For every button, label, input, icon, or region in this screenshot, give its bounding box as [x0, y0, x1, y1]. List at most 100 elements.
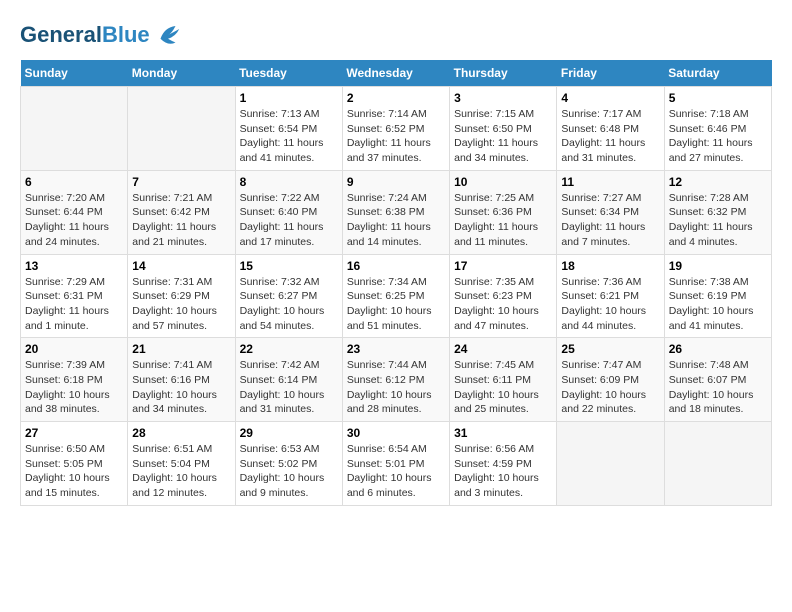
day-info: Sunrise: 7:47 AMSunset: 6:09 PMDaylight:… — [561, 358, 659, 417]
calendar-cell: 29 Sunrise: 6:53 AMSunset: 5:02 PMDayligh… — [235, 422, 342, 506]
calendar-cell: 17 Sunrise: 7:35 AMSunset: 6:23 PMDayligh… — [450, 254, 557, 338]
day-info: Sunrise: 6:56 AMSunset: 4:59 PMDaylight:… — [454, 442, 552, 501]
day-info: Sunrise: 7:31 AMSunset: 6:29 PMDaylight:… — [132, 275, 230, 334]
calendar-cell: 22Sunrise: 7:42 AMSunset: 6:14 PMDayligh… — [235, 338, 342, 422]
calendar-cell: 4 Sunrise: 7:17 AMSunset: 6:48 PMDaylight… — [557, 87, 664, 171]
calendar-cell: 1 Sunrise: 7:13 AMSunset: 6:54 PMDaylight… — [235, 87, 342, 171]
day-info: Sunrise: 7:44 AMSunset: 6:12 PMDaylight:… — [347, 358, 445, 417]
day-number: 26 — [669, 342, 767, 356]
calendar-cell: 13 Sunrise: 7:29 AMSunset: 6:31 PMDayligh… — [21, 254, 128, 338]
day-info: Sunrise: 7:25 AMSunset: 6:36 PMDaylight:… — [454, 191, 552, 250]
day-number: 28 — [132, 426, 230, 440]
day-info: Sunrise: 7:29 AMSunset: 6:31 PMDaylight:… — [25, 275, 123, 334]
weekday-header: Wednesday — [342, 60, 449, 87]
day-info: Sunrise: 6:50 AMSunset: 5:05 PMDaylight:… — [25, 442, 123, 501]
weekday-header: Thursday — [450, 60, 557, 87]
logo-text: GeneralBlue — [20, 23, 150, 47]
calendar-week-row: 13 Sunrise: 7:29 AMSunset: 6:31 PMDayligh… — [21, 254, 772, 338]
day-number: 3 — [454, 91, 552, 105]
calendar-cell: 7 Sunrise: 7:21 AMSunset: 6:42 PMDaylight… — [128, 170, 235, 254]
day-info: Sunrise: 7:32 AMSunset: 6:27 PMDaylight:… — [240, 275, 338, 334]
calendar-cell: 16 Sunrise: 7:34 AMSunset: 6:25 PMDayligh… — [342, 254, 449, 338]
calendar-cell: 11Sunrise: 7:27 AMSunset: 6:34 PMDayligh… — [557, 170, 664, 254]
day-info: Sunrise: 7:13 AMSunset: 6:54 PMDaylight:… — [240, 107, 338, 166]
day-number: 23 — [347, 342, 445, 356]
day-info: Sunrise: 7:18 AMSunset: 6:46 PMDaylight:… — [669, 107, 767, 166]
day-number: 9 — [347, 175, 445, 189]
day-info: Sunrise: 7:22 AMSunset: 6:40 PMDaylight:… — [240, 191, 338, 250]
day-number: 25 — [561, 342, 659, 356]
day-info: Sunrise: 7:38 AMSunset: 6:19 PMDaylight:… — [669, 275, 767, 334]
day-number: 27 — [25, 426, 123, 440]
day-number: 22 — [240, 342, 338, 356]
weekday-header: Tuesday — [235, 60, 342, 87]
day-info: Sunrise: 7:36 AMSunset: 6:21 PMDaylight:… — [561, 275, 659, 334]
calendar-cell: 2Sunrise: 7:14 AMSunset: 6:52 PMDaylight… — [342, 87, 449, 171]
day-info: Sunrise: 7:34 AMSunset: 6:25 PMDaylight:… — [347, 275, 445, 334]
day-info: Sunrise: 7:48 AMSunset: 6:07 PMDaylight:… — [669, 358, 767, 417]
day-number: 14 — [132, 259, 230, 273]
day-number: 8 — [240, 175, 338, 189]
day-info: Sunrise: 7:35 AMSunset: 6:23 PMDaylight:… — [454, 275, 552, 334]
calendar-week-row: 6Sunrise: 7:20 AMSunset: 6:44 PMDaylight… — [21, 170, 772, 254]
day-number: 17 — [454, 259, 552, 273]
weekday-header: Friday — [557, 60, 664, 87]
calendar-week-row: 27 Sunrise: 6:50 AMSunset: 5:05 PMDayligh… — [21, 422, 772, 506]
day-number: 11 — [561, 175, 659, 189]
calendar-cell: 15 Sunrise: 7:32 AMSunset: 6:27 PMDayligh… — [235, 254, 342, 338]
day-number: 31 — [454, 426, 552, 440]
logo: GeneralBlue — [20, 20, 183, 50]
day-info: Sunrise: 6:53 AMSunset: 5:02 PMDaylight:… — [240, 442, 338, 501]
day-info: Sunrise: 6:51 AMSunset: 5:04 PMDaylight:… — [132, 442, 230, 501]
day-info: Sunrise: 7:17 AMSunset: 6:48 PMDaylight:… — [561, 107, 659, 166]
day-number: 13 — [25, 259, 123, 273]
calendar-cell: 8 Sunrise: 7:22 AMSunset: 6:40 PMDaylight… — [235, 170, 342, 254]
calendar-cell: 25 Sunrise: 7:47 AMSunset: 6:09 PMDayligh… — [557, 338, 664, 422]
day-info: Sunrise: 7:24 AMSunset: 6:38 PMDaylight:… — [347, 191, 445, 250]
calendar-cell: 3 Sunrise: 7:15 AMSunset: 6:50 PMDaylight… — [450, 87, 557, 171]
weekday-header-row: SundayMondayTuesdayWednesdayThursdayFrid… — [21, 60, 772, 87]
calendar-cell: 6Sunrise: 7:20 AMSunset: 6:44 PMDaylight… — [21, 170, 128, 254]
calendar-week-row: 1 Sunrise: 7:13 AMSunset: 6:54 PMDaylight… — [21, 87, 772, 171]
calendar-cell — [557, 422, 664, 506]
day-info: Sunrise: 7:15 AMSunset: 6:50 PMDaylight:… — [454, 107, 552, 166]
calendar-cell: 30 Sunrise: 6:54 AMSunset: 5:01 PMDayligh… — [342, 422, 449, 506]
calendar-cell: 23 Sunrise: 7:44 AMSunset: 6:12 PMDayligh… — [342, 338, 449, 422]
day-number: 1 — [240, 91, 338, 105]
day-info: Sunrise: 7:41 AMSunset: 6:16 PMDaylight:… — [132, 358, 230, 417]
calendar-cell: 21 Sunrise: 7:41 AMSunset: 6:16 PMDayligh… — [128, 338, 235, 422]
weekday-header: Sunday — [21, 60, 128, 87]
day-number: 18 — [561, 259, 659, 273]
day-number: 15 — [240, 259, 338, 273]
calendar-cell: 12Sunrise: 7:28 AMSunset: 6:32 PMDayligh… — [664, 170, 771, 254]
day-number: 4 — [561, 91, 659, 105]
day-number: 16 — [347, 259, 445, 273]
logo-bird-icon — [153, 20, 183, 50]
calendar-cell: 10 Sunrise: 7:25 AMSunset: 6:36 PMDayligh… — [450, 170, 557, 254]
calendar-week-row: 20 Sunrise: 7:39 AMSunset: 6:18 PMDayligh… — [21, 338, 772, 422]
weekday-header: Monday — [128, 60, 235, 87]
day-info: Sunrise: 7:39 AMSunset: 6:18 PMDaylight:… — [25, 358, 123, 417]
calendar-table: SundayMondayTuesdayWednesdayThursdayFrid… — [20, 60, 772, 506]
weekday-header: Saturday — [664, 60, 771, 87]
calendar-cell — [21, 87, 128, 171]
day-info: Sunrise: 7:14 AMSunset: 6:52 PMDaylight:… — [347, 107, 445, 166]
calendar-cell: 19Sunrise: 7:38 AMSunset: 6:19 PMDayligh… — [664, 254, 771, 338]
day-info: Sunrise: 6:54 AMSunset: 5:01 PMDaylight:… — [347, 442, 445, 501]
calendar-cell: 14 Sunrise: 7:31 AMSunset: 6:29 PMDayligh… — [128, 254, 235, 338]
page-header: GeneralBlue — [20, 20, 772, 50]
day-info: Sunrise: 7:20 AMSunset: 6:44 PMDaylight:… — [25, 191, 123, 250]
calendar-cell — [128, 87, 235, 171]
day-number: 20 — [25, 342, 123, 356]
calendar-cell: 27 Sunrise: 6:50 AMSunset: 5:05 PMDayligh… — [21, 422, 128, 506]
day-info: Sunrise: 7:21 AMSunset: 6:42 PMDaylight:… — [132, 191, 230, 250]
day-number: 10 — [454, 175, 552, 189]
day-number: 5 — [669, 91, 767, 105]
day-number: 21 — [132, 342, 230, 356]
calendar-cell: 18 Sunrise: 7:36 AMSunset: 6:21 PMDayligh… — [557, 254, 664, 338]
day-number: 7 — [132, 175, 230, 189]
day-number: 30 — [347, 426, 445, 440]
day-number: 29 — [240, 426, 338, 440]
calendar-cell — [664, 422, 771, 506]
calendar-cell: 5 Sunrise: 7:18 AMSunset: 6:46 PMDaylight… — [664, 87, 771, 171]
